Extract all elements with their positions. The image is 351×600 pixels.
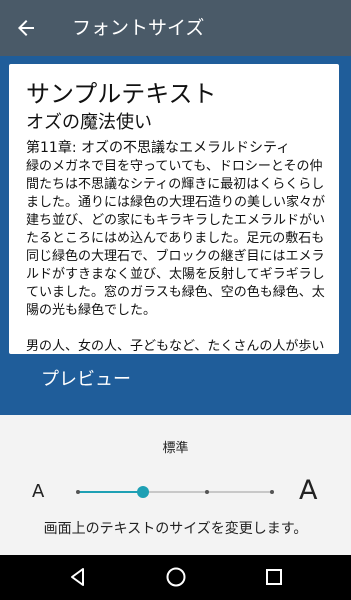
font-size-description: 画面上のテキストのサイズを変更します。	[43, 521, 308, 537]
preview-paragraph: 男の人、女の人、子どもなど、たくさんの人が歩いていて、だれもかれも緑色の服を着て…	[26, 339, 325, 354]
app-bar: フォントサイズ	[0, 0, 351, 56]
page-title: フォントサイズ	[72, 17, 205, 39]
system-nav-bar	[0, 555, 351, 600]
font-size-slider[interactable]	[76, 485, 274, 499]
small-font-glyph: A	[32, 481, 45, 502]
arrow-left-icon[interactable]	[14, 16, 38, 40]
chapter-heading: 第11章: オズの不思議なエメラルドシティ	[26, 140, 291, 156]
recents-square-icon[interactable]	[262, 565, 286, 589]
book-title: オズの魔法使い	[26, 112, 152, 133]
slider-track-fill	[78, 491, 143, 493]
preview-paragraph: 緑のメガネで目を守っていても、ドロシーとその仲間たちは不思議なシティの輝きに最初…	[26, 159, 326, 318]
slider-tick[interactable]	[270, 490, 274, 494]
preview-content: サンプルテキスト オズの魔法使い 第11章: オズの不思議なエメラルドシティ 緑…	[26, 78, 326, 354]
home-circle-icon[interactable]	[164, 565, 188, 589]
preview-label: プレビュー	[41, 369, 131, 390]
font-size-panel: 標準 A A 画面上のテキストのサイズを変更します。	[0, 415, 351, 555]
sample-title: サンプルテキスト	[26, 80, 217, 108]
preview-area: サンプルテキスト オズの魔法使い 第11章: オズの不思議なエメラルドシティ 緑…	[0, 56, 351, 415]
slider-tick[interactable]	[76, 490, 80, 494]
large-font-glyph: A	[299, 475, 318, 506]
back-triangle-icon[interactable]	[66, 565, 90, 589]
slider-tick[interactable]	[205, 490, 210, 494]
slider-thumb[interactable]	[136, 486, 149, 498]
preview-card[interactable]: サンプルテキスト オズの魔法使い 第11章: オズの不思議なエメラルドシティ 緑…	[9, 64, 339, 354]
current-size-label: 標準	[162, 441, 189, 456]
